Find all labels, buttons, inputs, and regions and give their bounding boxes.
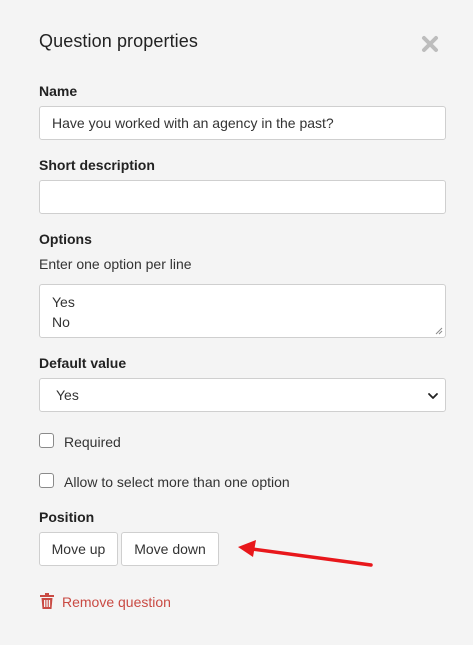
required-label: Required <box>64 434 121 450</box>
question-properties-panel: Question properties Name Short descripti… <box>0 0 473 645</box>
multi-select-checkbox[interactable] <box>39 473 54 488</box>
dialog-title: Question properties <box>39 31 198 51</box>
chevron-down-icon <box>428 393 438 399</box>
annotation-arrow <box>238 540 373 567</box>
move-up-button[interactable]: Move up <box>39 532 118 566</box>
short-description-label: Short description <box>39 157 155 173</box>
options-label: Options <box>39 231 92 247</box>
short-description-input[interactable] <box>39 180 446 214</box>
position-label: Position <box>39 509 95 525</box>
name-label: Name <box>39 83 78 99</box>
remove-question-label: Remove question <box>62 594 171 610</box>
default-value-select[interactable]: Yes <box>39 378 446 412</box>
move-down-button[interactable]: Move down <box>121 532 219 566</box>
required-checkbox[interactable] <box>39 433 54 448</box>
trash-icon <box>40 593 54 609</box>
options-textarea[interactable]: Yes No <box>39 284 446 338</box>
default-value-selected: Yes <box>56 387 79 403</box>
multi-select-label: Allow to select more than one option <box>64 474 290 490</box>
resize-handle-icon[interactable] <box>435 327 443 335</box>
option-line: No <box>52 314 70 330</box>
option-line: Yes <box>52 294 75 310</box>
default-value-label: Default value <box>39 355 127 371</box>
options-hint: Enter one option per line <box>39 256 192 272</box>
close-icon[interactable] <box>421 35 439 53</box>
name-input[interactable] <box>39 106 446 140</box>
